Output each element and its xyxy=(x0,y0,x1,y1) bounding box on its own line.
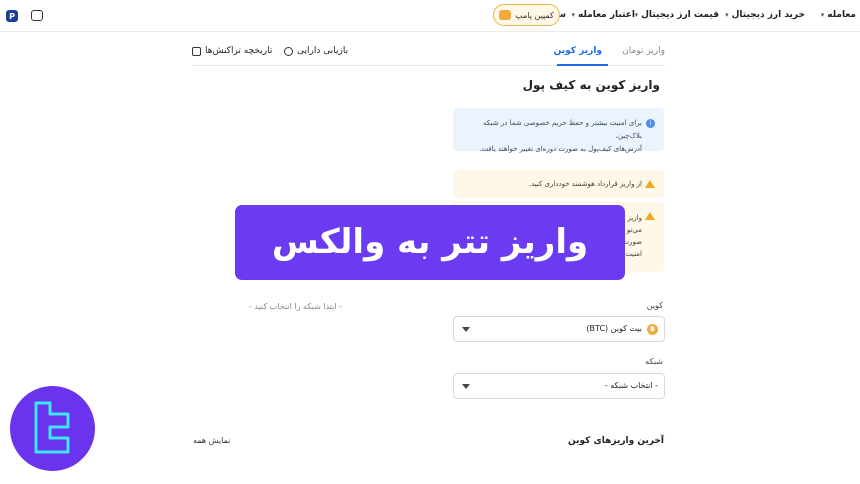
info-line-2: آدرس‌های کیف‌پول به صورت دوره‌ای تغییر خ… xyxy=(479,145,642,153)
tab-transaction-history[interactable]: تاریخچه تراکنش‌ها xyxy=(192,46,272,56)
network-field-label: شبکه xyxy=(645,357,663,366)
info-notice: i برای امنیت بیشتر و حفظ حریم خصوصی شما … xyxy=(453,108,664,153)
deposit-tabs: واریز تومان واریز کوین بازیابی دارایی تا… xyxy=(192,44,665,66)
campaign-icon xyxy=(499,10,512,20)
info-line-1: برای امنیت بیشتر و حفظ حریم خصوصی شما در… xyxy=(483,119,642,140)
network-select[interactable]: - انتخاب شبکه - xyxy=(453,373,665,399)
bitcoin-icon: ฿ xyxy=(647,324,658,335)
warning-icon xyxy=(645,180,655,188)
coin-field-label: کوین xyxy=(646,301,663,310)
nav-item-label: قیمت ارز دیجیتال xyxy=(641,10,719,20)
nav-item-trade-credit[interactable]: اعتبار معامله▾ xyxy=(571,10,635,20)
active-tab-indicator xyxy=(557,64,608,66)
chevron-down-icon: ▾ xyxy=(725,11,729,19)
warning-icon xyxy=(645,212,655,220)
top-navigation: معامله▾ خرید ارز دیجیتال▾ قیمت ارز دیجیت… xyxy=(0,0,860,32)
network-select-value: - انتخاب شبکه - xyxy=(604,381,658,390)
nav-item-trade[interactable]: معامله▾ xyxy=(821,10,856,20)
warning-notice-smart-contract: از واریز قرارداد هوشمند خودداری کنید. xyxy=(453,170,664,198)
logo-mark-icon xyxy=(34,401,70,454)
nav-item-label: اعتبار معامله xyxy=(577,10,635,20)
title-banner: واریز تتر به والکس xyxy=(235,205,625,280)
nav-item-crypto-prices[interactable]: قیمت ارز دیجیتال▾ xyxy=(635,10,719,20)
refresh-icon xyxy=(284,46,293,56)
coin-select[interactable]: ฿ بیت کوین (BTC) xyxy=(453,316,665,342)
campaign-label: کمپین پامپ xyxy=(515,10,554,20)
profile-letter: P xyxy=(9,11,15,21)
coin-select-value: بیت کوین (BTC) xyxy=(586,324,642,333)
tab-asset-recovery[interactable]: بازیابی دارایی xyxy=(284,46,348,56)
chevron-down-icon: ▾ xyxy=(571,11,575,19)
tab-rial-deposit[interactable]: واریز تومان xyxy=(622,46,665,56)
chevron-down-icon xyxy=(462,327,470,332)
history-icon xyxy=(192,46,201,56)
page-title: واریز کوین به کیف پول xyxy=(522,78,660,92)
tab-coin-deposit[interactable]: واریز کوین xyxy=(554,46,602,56)
select-network-hint: - ابتدا شبکه را انتخاب کنید - xyxy=(249,302,343,311)
nav-item-label: خرید ارز دیجیتال xyxy=(731,10,805,20)
site-logo xyxy=(10,386,95,471)
history-label: تاریخچه تراکنش‌ها xyxy=(205,46,273,56)
wallet-icon[interactable] xyxy=(31,10,43,21)
profile-icon[interactable]: P xyxy=(6,10,18,22)
chevron-down-icon: ▾ xyxy=(820,11,825,19)
asset-recovery-label: بازیابی دارایی xyxy=(297,46,349,56)
show-all-link[interactable]: نمایش همه xyxy=(193,436,230,445)
info-icon: i xyxy=(646,119,655,128)
nav-item-buy-crypto[interactable]: خرید ارز دیجیتال▾ xyxy=(725,10,805,20)
chevron-down-icon: ▾ xyxy=(634,11,639,19)
campaign-button[interactable]: کمپین پامپ xyxy=(493,4,560,26)
warning-text: از واریز قرارداد هوشمند خودداری کنید. xyxy=(528,180,642,188)
chevron-down-icon xyxy=(462,384,470,389)
recent-deposits-title: آخرین واریزهای کوین xyxy=(568,436,664,446)
nav-item-label: معامله xyxy=(827,10,856,20)
